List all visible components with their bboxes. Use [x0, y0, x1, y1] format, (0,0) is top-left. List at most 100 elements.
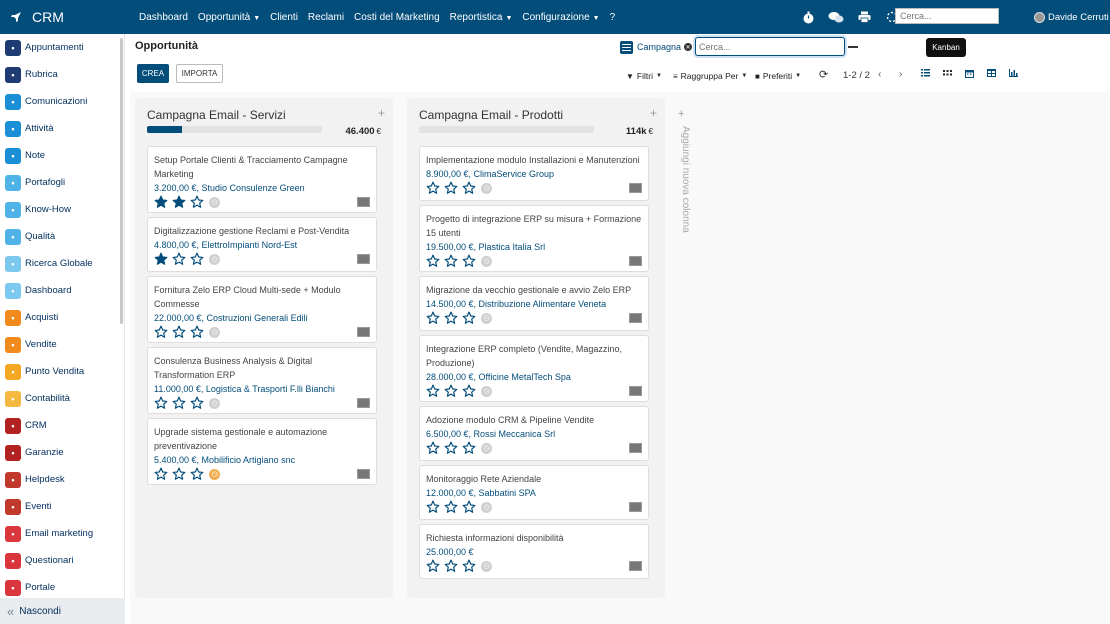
star-icon[interactable]	[154, 467, 168, 481]
user-menu[interactable]: Davide Cerruti	[1034, 0, 1109, 34]
kanban-card[interactable]: Adozione modulo CRM & Pipeline Vendite 6.…	[419, 406, 649, 461]
search-toggle-icon[interactable]	[848, 46, 858, 48]
pager-next-icon[interactable]: ›	[899, 69, 902, 80]
sidebar-item[interactable]: • Questionari	[0, 547, 122, 574]
sidebar-item[interactable]: • Email marketing	[0, 520, 122, 547]
star-icon[interactable]	[426, 181, 440, 195]
list-view-icon[interactable]	[918, 66, 932, 80]
kanban-card[interactable]: Setup Portale Clienti & Tracciamento Cam…	[147, 146, 377, 213]
create-button[interactable]: CREA	[137, 64, 169, 83]
priority-stars[interactable]: ◷	[154, 325, 220, 339]
sidebar-item[interactable]: • CRM	[0, 412, 122, 439]
activity-clock-icon[interactable]: ◷	[209, 196, 220, 208]
star-icon[interactable]	[426, 500, 440, 514]
kanban-card[interactable]: Fornitura Zelo ERP Cloud Multi-sede + Mo…	[147, 276, 377, 343]
topnav-help[interactable]: ?	[605, 12, 621, 23]
star-icon[interactable]	[426, 311, 440, 325]
priority-stars[interactable]: ◷	[426, 254, 492, 268]
kanban-card[interactable]: Progetto di integrazione ERP su misura +…	[419, 205, 649, 272]
activity-clock-icon[interactable]: ◷	[481, 501, 492, 513]
activity-clock-icon[interactable]: ◷	[209, 326, 220, 338]
star-icon[interactable]	[426, 441, 440, 455]
star-icon[interactable]	[172, 325, 186, 339]
sidebar-item[interactable]: • Dashboard	[0, 277, 122, 304]
priority-stars[interactable]: ◷	[426, 500, 492, 514]
add-column[interactable]: + Aggiungi nuova colonna	[678, 108, 692, 233]
star-icon[interactable]	[462, 254, 476, 268]
activity-clock-icon[interactable]: ◷	[481, 385, 492, 397]
kanban-card[interactable]: Digitalizzazione gestione Reclami e Post…	[147, 217, 377, 272]
priority-stars[interactable]: ◷	[154, 195, 220, 209]
calendar-view-icon[interactable]	[962, 66, 976, 80]
filters-dropdown[interactable]: ▼ Filtri ▼	[626, 70, 662, 82]
priority-stars[interactable]: ◷	[154, 252, 220, 266]
star-icon[interactable]	[444, 441, 458, 455]
star-icon[interactable]	[462, 181, 476, 195]
star-filled-icon[interactable]	[154, 252, 168, 266]
topnav-dashboard[interactable]: Dashboard	[134, 12, 193, 23]
topnav-reclami[interactable]: Reclami	[303, 12, 349, 23]
plus-icon[interactable]: +	[378, 106, 385, 120]
priority-stars[interactable]: ◷	[426, 441, 492, 455]
star-icon[interactable]	[426, 254, 440, 268]
activity-clock-icon[interactable]: ◷	[481, 312, 492, 324]
star-icon[interactable]	[172, 396, 186, 410]
star-icon[interactable]	[444, 254, 458, 268]
star-icon[interactable]	[426, 384, 440, 398]
sidebar-item[interactable]: • Note	[0, 142, 122, 169]
sidebar-item[interactable]: • Vendite	[0, 331, 122, 358]
sidebar-item[interactable]: • Attività	[0, 115, 122, 142]
star-icon[interactable]	[190, 325, 204, 339]
star-icon[interactable]	[462, 311, 476, 325]
favorites-dropdown[interactable]: ■ Preferiti ▼	[755, 70, 801, 82]
sidebar-hide-button[interactable]: « Nascondi	[0, 598, 125, 624]
kanban-card[interactable]: Implementazione modulo Installazioni e M…	[419, 146, 649, 201]
star-icon[interactable]	[426, 559, 440, 573]
groupby-dropdown[interactable]: ≡ Raggruppa Per ▼	[673, 70, 747, 82]
priority-stars[interactable]: ◷	[426, 559, 492, 573]
print-icon[interactable]	[856, 9, 872, 25]
star-icon[interactable]	[444, 181, 458, 195]
star-filled-icon[interactable]	[154, 195, 168, 209]
activity-clock-icon[interactable]: ◷	[481, 442, 492, 454]
topnav-reportistica[interactable]: Reportistica ▼	[445, 12, 518, 23]
refresh-icon[interactable]: ⟳	[819, 68, 828, 81]
plus-icon[interactable]: +	[650, 106, 657, 120]
graph-view-icon[interactable]	[1006, 66, 1020, 80]
kanban-card[interactable]: Consulenza Business Analysis & Digital T…	[147, 347, 377, 414]
activity-clock-icon[interactable]: ◷	[481, 255, 492, 267]
priority-stars[interactable]: ◷	[426, 384, 492, 398]
topnav-clienti[interactable]: Clienti	[265, 12, 303, 23]
star-icon[interactable]	[444, 311, 458, 325]
topnav-opportunita[interactable]: Opportunità ▼	[193, 12, 265, 23]
kanban-card[interactable]: Monitoraggio Rete Aziendale 12.000,00 €, …	[419, 465, 649, 520]
groupby-facet[interactable]: Campagna ✕	[620, 39, 693, 55]
kanban-card[interactable]: Migrazione da vecchio gestionale e avvio…	[419, 276, 649, 331]
sidebar-item[interactable]: • Portafogli	[0, 169, 122, 196]
priority-stars[interactable]: ◷	[154, 467, 220, 481]
sidebar-item[interactable]: • Qualità	[0, 223, 122, 250]
star-filled-icon[interactable]	[172, 195, 186, 209]
star-icon[interactable]	[154, 396, 168, 410]
sidebar-item[interactable]: • Contabilità	[0, 385, 122, 412]
sidebar-item[interactable]: • Rubrica	[0, 61, 122, 88]
star-icon[interactable]	[462, 441, 476, 455]
kanban-card[interactable]: Upgrade sistema gestionale e automazione…	[147, 418, 377, 485]
kanban-view-icon[interactable]	[940, 66, 954, 80]
sidebar-item[interactable]: • Eventi	[0, 493, 122, 520]
discuss-icon[interactable]	[828, 9, 844, 25]
sidebar-item[interactable]: • Comunicazioni	[0, 88, 122, 115]
timer-icon[interactable]	[800, 9, 816, 25]
star-icon[interactable]	[462, 559, 476, 573]
star-icon[interactable]	[444, 559, 458, 573]
activity-clock-icon[interactable]: ◷	[209, 397, 220, 409]
sidebar-item[interactable]: • Garanzie	[0, 439, 122, 466]
star-icon[interactable]	[190, 195, 204, 209]
activity-clock-icon[interactable]: ◷	[209, 253, 220, 265]
star-icon[interactable]	[462, 384, 476, 398]
star-icon[interactable]	[190, 252, 204, 266]
star-icon[interactable]	[154, 325, 168, 339]
pager-previous-icon[interactable]: ‹	[878, 69, 881, 80]
topnav-costi-marketing[interactable]: Costi del Marketing	[349, 12, 445, 23]
activity-clock-icon[interactable]: ◷	[481, 560, 492, 572]
